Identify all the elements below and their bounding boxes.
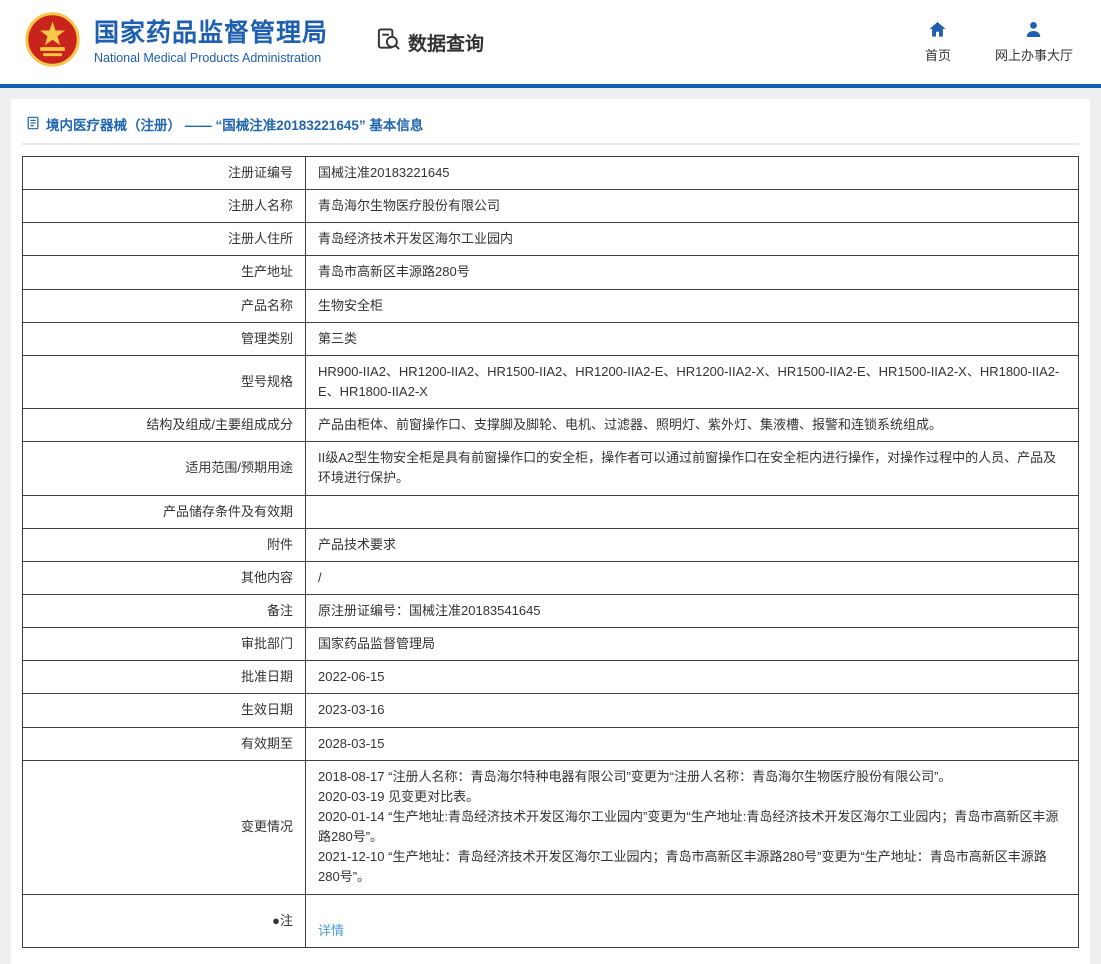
table-row: 备注 原注册证编号：国械注准20183541645	[23, 594, 1079, 627]
page-title-text: 境内医疗器械（注册） —— “国械注准20183221645” 基本信息	[46, 114, 423, 134]
home-icon	[928, 20, 947, 42]
field-value: 第三类	[306, 322, 1079, 355]
field-value: 产品技术要求	[306, 528, 1079, 561]
note-row: ●注 详情	[23, 894, 1079, 947]
note-label: ●注	[23, 894, 306, 947]
field-label: 结构及组成/主要组成成分	[23, 409, 306, 442]
field-label: 有效期至	[23, 727, 306, 760]
field-value: /	[306, 561, 1079, 594]
data-query-section-link[interactable]: 数据查询	[376, 27, 484, 58]
field-label: 注册人名称	[23, 190, 306, 223]
field-value: 2023-03-16	[306, 694, 1079, 727]
field-label: 适用范围/预期用途	[23, 442, 306, 495]
field-value: 国械注准20183221645	[306, 157, 1079, 190]
nav-item-home[interactable]: 首页	[925, 20, 951, 64]
table-row: 注册人名称 青岛海尔生物医疗股份有限公司	[23, 190, 1079, 223]
field-label: 变更情况	[23, 760, 306, 894]
table-row: 附件 产品技术要求	[23, 528, 1079, 561]
field-value: HR900-IIA2、HR1200-IIA2、HR1500-IIA2、HR120…	[306, 355, 1079, 408]
field-label: 管理类别	[23, 322, 306, 355]
nav-item-online-hall[interactable]: 网上办事大厅	[995, 20, 1073, 64]
field-value: 2022-06-15	[306, 661, 1079, 694]
field-value	[306, 495, 1079, 528]
person-icon	[1024, 20, 1043, 42]
table-row: 生效日期 2023-03-16	[23, 694, 1079, 727]
table-row: 适用范围/预期用途 II级A2型生物安全柜是具有前窗操作口的安全柜，操作者可以通…	[23, 442, 1079, 495]
field-value: 产品由柜体、前窗操作口、支撑脚及脚轮、电机、过滤器、照明灯、紫外灯、集液槽、报警…	[306, 409, 1079, 442]
table-row: 产品名称 生物安全柜	[23, 289, 1079, 322]
site-header: 国家药品监督管理局 National Medical Products Admi…	[0, 0, 1101, 88]
org-name-block: 国家药品监督管理局 National Medical Products Admi…	[94, 19, 328, 65]
table-row: 有效期至 2028-03-15	[23, 727, 1079, 760]
org-name-en: National Medical Products Administration	[94, 51, 328, 65]
field-value: II级A2型生物安全柜是具有前窗操作口的安全柜，操作者可以通过前窗操作口在安全柜…	[306, 442, 1079, 495]
top-nav: 首页 网上办事大厅	[925, 20, 1073, 64]
field-label: 附件	[23, 528, 306, 561]
table-row: 生产地址 青岛市高新区丰源路280号	[23, 256, 1079, 289]
org-name-cn: 国家药品监督管理局	[94, 19, 328, 48]
table-row: 注册证编号 国械注准20183221645	[23, 157, 1079, 190]
field-value: 青岛经济技术开发区海尔工业园内	[306, 223, 1079, 256]
data-query-label: 数据查询	[408, 29, 484, 56]
table-row: 其他内容 /	[23, 561, 1079, 594]
field-label: 批准日期	[23, 661, 306, 694]
field-label: 生效日期	[23, 694, 306, 727]
document-search-icon	[376, 27, 401, 58]
field-value: 2028-03-15	[306, 727, 1079, 760]
table-row: 型号规格 HR900-IIA2、HR1200-IIA2、HR1500-IIA2、…	[23, 355, 1079, 408]
field-label: 备注	[23, 594, 306, 627]
field-label: 注册证编号	[23, 157, 306, 190]
field-value: 青岛市高新区丰源路280号	[306, 256, 1079, 289]
field-label: 其他内容	[23, 561, 306, 594]
table-row: 审批部门 国家药品监督管理局	[23, 628, 1079, 661]
table-row: 变更情况 2018-08-17 “注册人名称：青岛海尔特种电器有限公司”变更为“…	[23, 760, 1079, 894]
note-value: 详情	[306, 894, 1079, 947]
field-label: 生产地址	[23, 256, 306, 289]
field-label: 产品储存条件及有效期	[23, 495, 306, 528]
page-title: 境内医疗器械（注册） —— “国械注准20183221645” 基本信息	[22, 105, 1079, 145]
field-value: 生物安全柜	[306, 289, 1079, 322]
nav-online-hall-label: 网上办事大厅	[995, 45, 1073, 64]
field-label: 审批部门	[23, 628, 306, 661]
national-emblem-icon	[24, 11, 81, 73]
field-value: 原注册证编号：国械注准20183541645	[306, 594, 1079, 627]
table-row: 批准日期 2022-06-15	[23, 661, 1079, 694]
field-value: 2018-08-17 “注册人名称：青岛海尔特种电器有限公司”变更为“注册人名称…	[306, 760, 1079, 894]
registration-info-card: 境内医疗器械（注册） —— “国械注准20183221645” 基本信息 注册证…	[11, 99, 1090, 964]
table-row: 结构及组成/主要组成成分 产品由柜体、前窗操作口、支撑脚及脚轮、电机、过滤器、照…	[23, 409, 1079, 442]
document-icon	[26, 116, 40, 133]
field-label: 产品名称	[23, 289, 306, 322]
table-row: 管理类别 第三类	[23, 322, 1079, 355]
field-label: 注册人住所	[23, 223, 306, 256]
table-row: 产品储存条件及有效期	[23, 495, 1079, 528]
field-value: 青岛海尔生物医疗股份有限公司	[306, 190, 1079, 223]
site-logo[interactable]: 国家药品监督管理局 National Medical Products Admi…	[24, 11, 328, 73]
table-row: 注册人住所 青岛经济技术开发区海尔工业园内	[23, 223, 1079, 256]
registration-info-table: 注册证编号 国械注准20183221645 注册人名称 青岛海尔生物医疗股份有限…	[22, 156, 1079, 948]
nav-home-label: 首页	[925, 45, 951, 64]
field-value: 国家药品监督管理局	[306, 628, 1079, 661]
field-label: 型号规格	[23, 355, 306, 408]
details-link[interactable]: 详情	[318, 923, 344, 938]
